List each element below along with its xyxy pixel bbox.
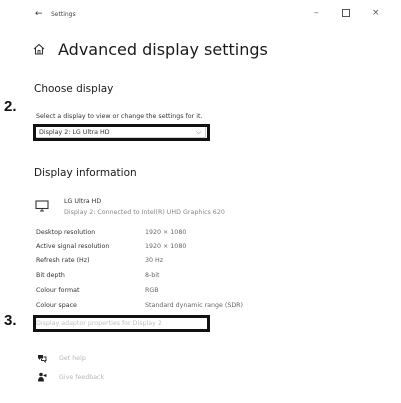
info-row-label: Colour space	[36, 302, 77, 309]
choose-display-heading: Choose display	[34, 83, 114, 95]
display-information-heading: Display information	[34, 167, 137, 179]
annotation-box-dropdown	[33, 124, 210, 141]
info-row-value: Standard dynamic range (SDR)	[145, 302, 244, 309]
annotation-number-3: 3.	[4, 312, 17, 329]
monitor-name: LG Ultra HD	[64, 198, 102, 205]
annotation-box-adapter-link	[33, 315, 210, 332]
app-title: Settings	[51, 11, 76, 18]
info-row-value: RGB	[145, 287, 159, 294]
give-feedback-icon	[38, 372, 47, 382]
info-row-label: Refresh rate (Hz)	[36, 257, 90, 264]
info-row-value: 1920 × 1080	[145, 229, 187, 236]
info-row-label: Bit depth	[36, 272, 65, 279]
monitor-connection: Display 2: Connected to Intel(R) UHD Gra…	[64, 209, 225, 216]
maximize-icon	[342, 9, 350, 17]
maximize-button[interactable]	[342, 9, 350, 20]
info-row-value: 30 Hz	[145, 257, 164, 264]
monitor-icon	[35, 200, 49, 212]
page-title: Advanced display settings	[58, 40, 268, 59]
get-help-icon	[38, 355, 47, 363]
settings-window: ← Settings – × Advanced display settings…	[27, 0, 401, 403]
choose-display-instruction: Select a display to view or change the s…	[36, 113, 203, 120]
get-help-link[interactable]: Get help	[59, 355, 86, 362]
minimize-button[interactable]: –	[314, 9, 319, 18]
annotation-number-2: 2.	[4, 98, 17, 115]
home-icon[interactable]	[32, 42, 46, 56]
back-button[interactable]: ←	[35, 9, 43, 19]
info-row-label: Desktop resolution	[36, 229, 96, 236]
info-row-value: 8-bit	[145, 272, 160, 279]
info-row-label: Colour format	[36, 287, 80, 294]
close-button[interactable]: ×	[372, 9, 380, 18]
give-feedback-link[interactable]: Give feedback	[59, 374, 104, 381]
info-row-label: Active signal resolution	[36, 243, 110, 250]
title-bar: ← Settings – ×	[27, 0, 401, 28]
info-row-value: 1920 × 1080	[145, 243, 187, 250]
